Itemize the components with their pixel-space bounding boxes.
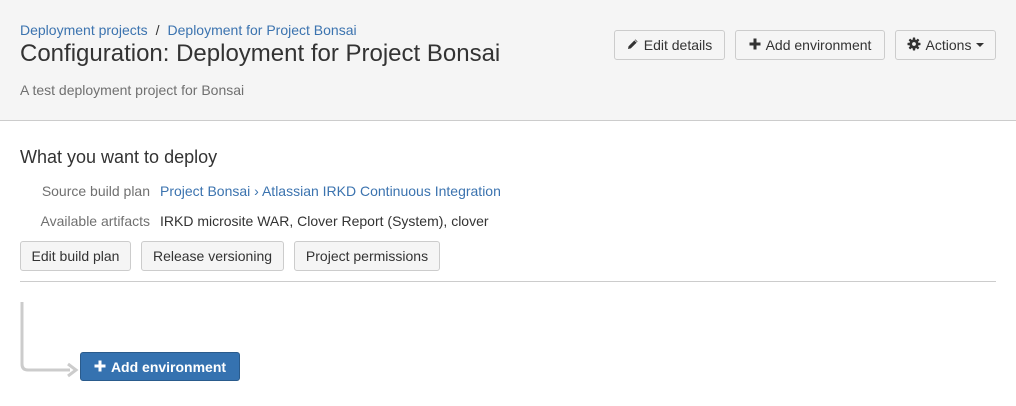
edit-details-label: Edit details — [643, 37, 713, 53]
project-description: A test deployment project for Bonsai — [20, 82, 245, 98]
actions-dropdown-button[interactable]: Actions — [895, 30, 996, 60]
breadcrumb-current-project[interactable]: Deployment for Project Bonsai — [168, 22, 357, 38]
gear-icon — [907, 37, 921, 53]
environment-connector-arrow — [20, 302, 79, 378]
release-versioning-button[interactable]: Release versioning — [141, 241, 284, 271]
add-environment-button[interactable]: Add environment — [80, 352, 240, 381]
source-build-plan-label: Source build plan — [41, 183, 150, 199]
source-plan-name: Atlassian IRKD Continuous Integration — [261, 183, 501, 199]
page-header: Deployment projects / Deployment for Proje… — [0, 0, 1016, 121]
source-project-name: Project Bonsai — [160, 183, 251, 199]
section-divider — [20, 281, 996, 282]
pencil-icon — [627, 38, 639, 52]
add-environment-label: Add environment — [110, 358, 227, 375]
breadcrumb: Deployment projects / Deployment for Proje… — [20, 21, 357, 39]
project-permissions-button[interactable]: Project permissions — [294, 241, 440, 271]
chevron-down-icon — [976, 43, 985, 47]
page-title: Configuration: Deployment for Project Bo… — [20, 40, 501, 67]
available-artifacts-value: IRKD microsite WAR, Clover Report (Syste… — [160, 213, 489, 229]
plan-separator: › — [254, 183, 259, 199]
breadcrumb-deployment-projects[interactable]: Deployment projects — [20, 22, 148, 38]
add-environment-header-button[interactable]: Add environment — [735, 30, 885, 60]
plus-icon — [94, 359, 106, 375]
edit-build-plan-button[interactable]: Edit build plan — [20, 241, 131, 271]
source-build-plan-link[interactable]: Project Bonsai › Atlassian IRKD Continuo… — [160, 183, 501, 199]
add-environment-header-label: Add environment — [765, 37, 872, 53]
actions-label: Actions — [925, 37, 972, 53]
available-artifacts-label: Available artifacts — [40, 213, 150, 229]
edit-details-button[interactable]: Edit details — [614, 30, 725, 60]
section-title-what-to-deploy: What you want to deploy — [20, 147, 218, 167]
plus-icon — [749, 38, 761, 52]
breadcrumb-separator: / — [155, 22, 160, 38]
source-build-plan-value: Project Bonsai › Atlassian IRKD Continuo… — [160, 182, 501, 200]
